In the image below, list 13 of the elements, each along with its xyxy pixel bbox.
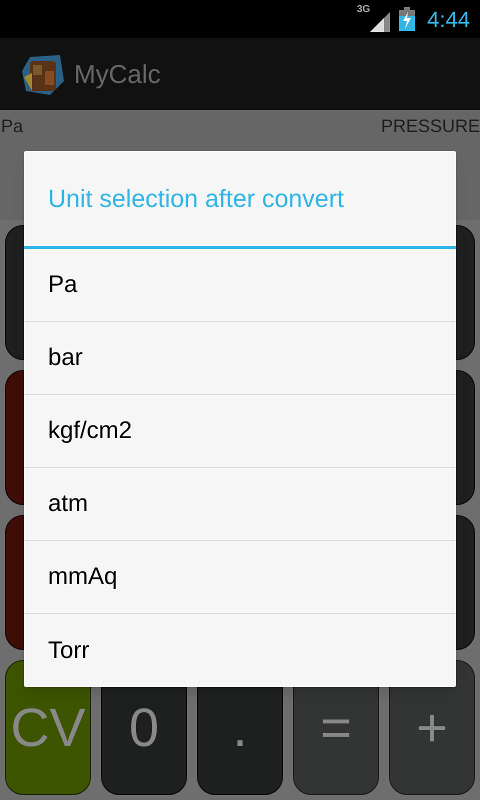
category-label: PRESSURE bbox=[380, 114, 480, 138]
unit-label: Pa bbox=[1, 114, 24, 138]
unit-option[interactable]: kgf/cm2 bbox=[24, 395, 456, 468]
battery-charging-icon bbox=[399, 7, 416, 31]
network-type: 3G bbox=[356, 5, 370, 15]
clock: 4:44 bbox=[427, 6, 470, 34]
dialog-title: Unit selection after convert bbox=[48, 184, 344, 215]
unit-option[interactable]: mmAq bbox=[24, 541, 456, 614]
unit-option[interactable]: bar bbox=[24, 322, 456, 395]
app-title: MyCalc bbox=[74, 58, 161, 90]
unit-option[interactable]: atm bbox=[24, 468, 456, 541]
signal-icon bbox=[370, 10, 390, 32]
unit-option[interactable]: Pa bbox=[24, 249, 456, 322]
